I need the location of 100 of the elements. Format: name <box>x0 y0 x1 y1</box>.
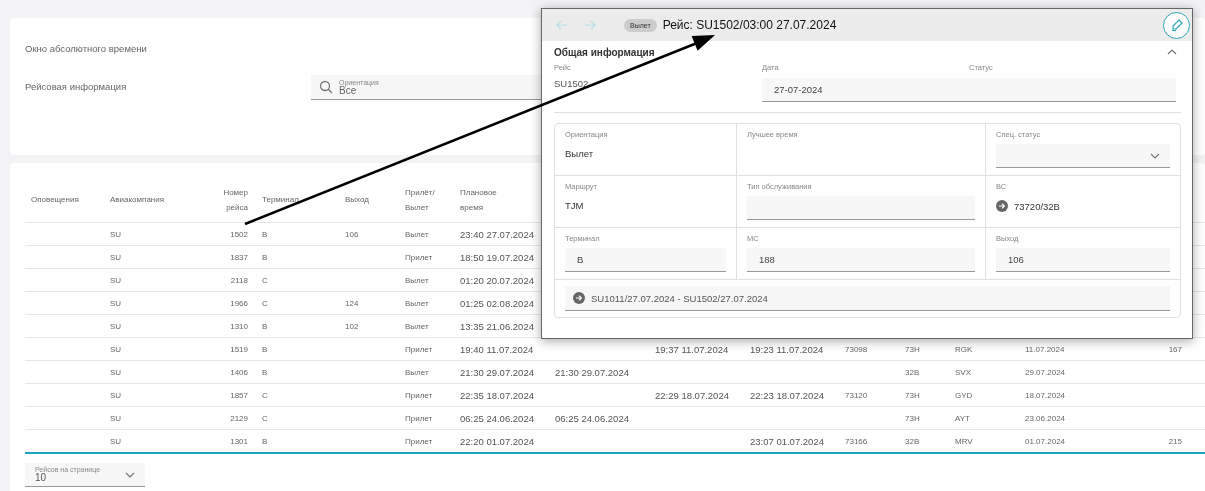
table-cell: 102 <box>345 321 359 331</box>
table-cell: Прилет <box>405 413 433 423</box>
table-cell: SU <box>110 298 122 308</box>
column-header: Авиакомпания <box>110 194 165 207</box>
table-cell: 22:23 18.07.2024 <box>750 389 824 401</box>
table-cell: 2129 <box>230 413 248 423</box>
table-cell: 06:25 24.06.2024 <box>460 412 534 424</box>
table-cell: 106 <box>345 229 359 239</box>
table-cell: SVX <box>955 367 971 377</box>
chevron-icon[interactable] <box>1167 49 1177 55</box>
arrow-circle-icon[interactable] <box>996 200 1008 212</box>
column-header: Прилёт/ Вылет <box>405 186 436 214</box>
section-title: Общая информация <box>554 46 655 58</box>
table-cell: 18.07.2024 <box>1025 390 1066 400</box>
table-cell: Вылет <box>405 321 429 331</box>
select-field[interactable] <box>996 144 1170 168</box>
table-cell: 23.06.2024 <box>1025 413 1066 423</box>
table-cell: 21:30 29.07.2024 <box>555 366 629 378</box>
field-value: TJM <box>565 200 585 211</box>
table-cell: C <box>262 413 268 423</box>
table-cell: 19:37 11.07.2024 <box>655 343 729 355</box>
table-cell: SU <box>110 436 122 446</box>
table-cell: 73H <box>905 413 920 423</box>
input-field[interactable]: 188 <box>747 248 975 272</box>
table-cell: Вылет <box>405 367 429 377</box>
input-field[interactable] <box>747 196 975 220</box>
table-cell: B <box>262 367 268 377</box>
table-cell: Прилет <box>405 344 433 354</box>
field-value: 73720/32B <box>1014 200 1060 212</box>
table-cell: 1406 <box>230 367 248 377</box>
input-field[interactable]: 27-07-2024 <box>762 78 969 102</box>
search-icon <box>319 80 333 94</box>
table-cell: 32B <box>905 367 920 377</box>
table-cell: 1502 <box>230 229 248 239</box>
table-cell: 21:30 29.07.2024 <box>460 366 534 378</box>
table-cell: 18:50 19.07.2024 <box>460 251 534 263</box>
pencil-icon <box>1169 18 1184 32</box>
table-cell: Прилет <box>405 390 433 400</box>
table-cell: MRV <box>955 436 973 446</box>
table-cell: SU <box>110 229 122 239</box>
table-cell: 22:35 18.07.2024 <box>460 389 534 401</box>
table-cell: 01.07.2024 <box>1025 436 1066 446</box>
column-header: Плановое время <box>460 186 498 214</box>
table-cell: 167 <box>1168 344 1182 354</box>
column-header: Выход <box>345 194 369 207</box>
table-cell: SU <box>110 344 122 354</box>
table-cell: 32B <box>905 436 920 446</box>
table-cell: 73098 <box>845 344 868 354</box>
table-cell: C <box>262 298 268 308</box>
table-cell: 1301 <box>230 436 248 446</box>
table-cell: 19:23 11.07.2024 <box>750 343 824 355</box>
table-cell: Прилет <box>405 252 433 262</box>
table-cell: 11.07.2024 <box>1025 344 1065 354</box>
arrow-circle-icon <box>573 292 585 304</box>
table-cell: 01:25 02.08.2024 <box>460 297 534 309</box>
table-cell: Вылет <box>405 275 429 285</box>
table-cell: Вылет <box>405 298 429 308</box>
input-field[interactable]: 106 <box>996 248 1170 272</box>
column-header: Оповещения <box>31 194 79 207</box>
section-label: Окно абсолютного времени <box>25 43 147 54</box>
table-cell: SU <box>110 275 122 285</box>
section-label: Рейсовая информация <box>25 81 128 92</box>
table-cell: 1310 <box>230 321 248 331</box>
edit-button[interactable] <box>1163 11 1190 39</box>
table-cell: 2118 <box>230 275 248 285</box>
chevron-down-icon <box>125 471 135 478</box>
table-cell: 1837 <box>230 252 248 262</box>
table-cell: 73166 <box>845 436 868 446</box>
field-value: Вылет <box>565 148 595 159</box>
table-cell: B <box>262 344 268 354</box>
arrow-right-icon <box>584 20 596 30</box>
table-cell: 1966 <box>230 298 248 308</box>
table-cell: 73H <box>905 344 920 354</box>
table-cell: GYD <box>955 390 973 400</box>
table-cell: B <box>262 252 268 262</box>
table-cell: 06:25 24.06.2024 <box>555 412 629 424</box>
table-cell: 23:07 01.07.2024 <box>750 435 824 447</box>
table-cell: Вылет <box>405 229 429 239</box>
chevron-down-icon <box>1150 152 1160 159</box>
table-cell: 23:40 27.07.2024 <box>460 228 534 240</box>
table-cell: SU <box>110 367 122 377</box>
table-cell: 29.07.2024 <box>1025 367 1066 377</box>
input-field[interactable]: B <box>565 248 726 272</box>
connection-field[interactable]: SU1011/27.07.2024 - SU1502/27.07.2024 <box>565 286 1170 311</box>
table-cell: C <box>262 275 268 285</box>
table-cell: SU <box>110 413 122 423</box>
table-cell: AYT <box>955 413 970 423</box>
arrow-left-icon <box>556 20 568 30</box>
field-value: SU1502 <box>554 78 590 89</box>
table-cell: B <box>262 321 268 331</box>
table-cell: 22:20 01.07.2024 <box>460 435 534 447</box>
input-field[interactable] <box>969 78 1176 102</box>
table-cell: 73120 <box>845 390 868 400</box>
table-cell: 1857 <box>230 390 248 400</box>
table-cell: 01:20 20.07.2024 <box>460 274 534 286</box>
table-cell: 13:35 21.06.2024 <box>460 320 534 332</box>
table-cell: B <box>262 436 268 446</box>
table-cell: C <box>262 390 268 400</box>
table-cell: Прилет <box>405 436 433 446</box>
table-cell: B <box>262 229 268 239</box>
